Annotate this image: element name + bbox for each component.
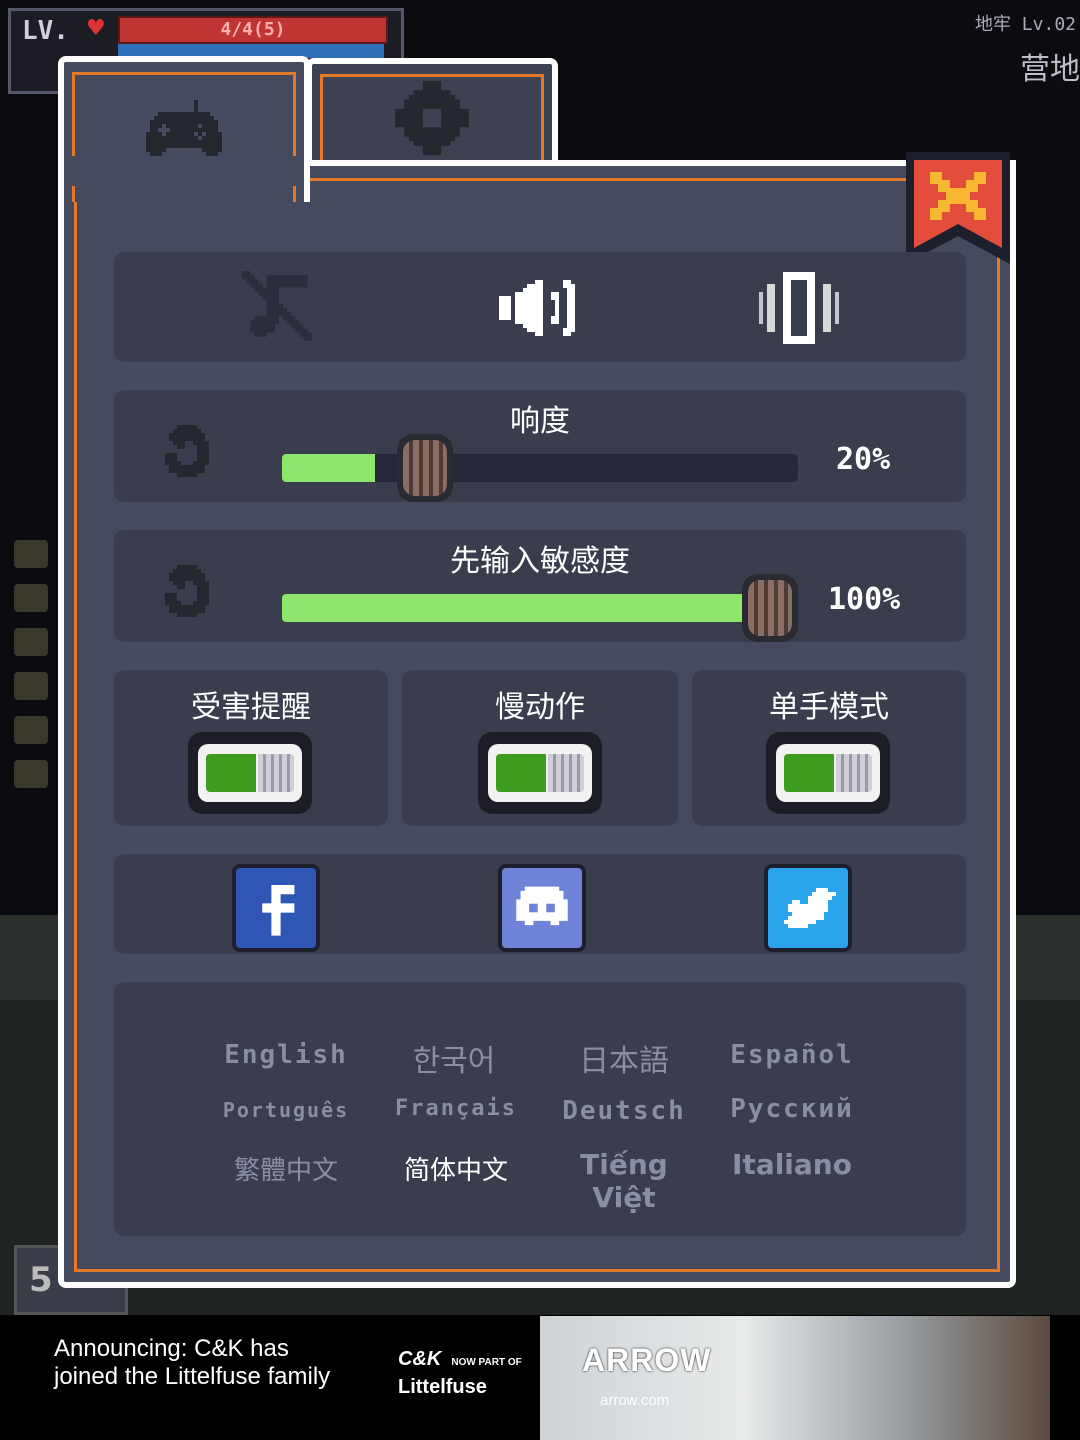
volume-track[interactable] xyxy=(282,434,798,502)
ad-brand-now: NOW PART OF xyxy=(451,1357,522,1368)
ad-brand-ck-text: C&K xyxy=(398,1348,442,1370)
buff-icon xyxy=(14,760,48,788)
ad-brand-arrow: ARROW xyxy=(582,1342,712,1378)
language-card: English 한국어 日本語 Español Português França… xyxy=(114,982,966,1236)
sensitivity-fill xyxy=(282,594,788,622)
language-option-portuguese[interactable]: Português xyxy=(206,1098,366,1122)
language-option-italian[interactable]: Italiano xyxy=(712,1148,872,1181)
language-option-french[interactable]: Français xyxy=(376,1096,536,1121)
sensitivity-track[interactable] xyxy=(282,574,798,642)
toggle-grip xyxy=(836,754,872,792)
ad-url: arrow.com xyxy=(600,1392,670,1409)
damage-alert-toggle[interactable] xyxy=(188,732,312,814)
sensitivity-knob[interactable] xyxy=(742,574,798,642)
toggle-body xyxy=(776,744,880,802)
audio-card xyxy=(114,252,966,362)
close-button[interactable] xyxy=(906,152,1010,264)
side-icon-column xyxy=(14,540,54,804)
toggle-label: 慢动作 xyxy=(495,690,585,725)
knob-grip xyxy=(403,440,447,496)
language-option-vietnamese[interactable]: Tiếng Việt xyxy=(544,1148,704,1214)
language-option-english[interactable]: English xyxy=(206,1040,366,1070)
language-option-traditional-chinese[interactable]: 繁體中文 xyxy=(206,1150,366,1187)
discord-button[interactable] xyxy=(498,864,586,952)
tab-settings[interactable] xyxy=(306,58,558,172)
close-icon xyxy=(906,152,1010,264)
level-label: LV. xyxy=(22,16,69,46)
discord-icon xyxy=(516,886,568,926)
language-option-korean[interactable]: 한국어 xyxy=(374,1036,534,1080)
social-card xyxy=(114,854,966,954)
volume-knob[interactable] xyxy=(397,434,453,502)
toggle-grip xyxy=(548,754,584,792)
reset-icon[interactable] xyxy=(150,418,220,488)
gear-icon xyxy=(312,64,552,172)
location-name: 营地 xyxy=(1020,52,1080,87)
knob-grip xyxy=(748,580,792,636)
sensitivity-card: 先输入敏感度 100% xyxy=(114,530,966,642)
buff-icon xyxy=(14,716,48,744)
facebook-icon xyxy=(262,885,295,936)
language-option-simplified-chinese[interactable]: 简体中文 xyxy=(376,1150,536,1187)
toggle-body xyxy=(198,744,302,802)
toggle-card-damage-alert: 受害提醒 xyxy=(114,670,388,826)
tab-join xyxy=(64,156,298,186)
vibration-icon[interactable] xyxy=(754,266,844,350)
twitter-icon xyxy=(784,888,836,928)
heart-icon: ♥ xyxy=(86,16,106,41)
toggle-body xyxy=(488,744,592,802)
volume-label: 响度 xyxy=(510,404,570,439)
music-muted-icon[interactable] xyxy=(234,266,324,350)
toggle-on-fill xyxy=(496,754,546,792)
volume-card: 响度 20% xyxy=(114,390,966,502)
language-option-spanish[interactable]: Español xyxy=(712,1040,872,1070)
volume-fill xyxy=(282,454,375,482)
hp-bar: 4/4(5) xyxy=(118,16,388,44)
toggle-grip xyxy=(258,754,294,792)
speaker-icon[interactable] xyxy=(494,266,584,350)
ad-headline[interactable]: Announcing: C&K has joined the Littelfus… xyxy=(54,1335,354,1391)
toggle-card-one-hand: 单手模式 xyxy=(692,670,966,826)
twitter-button[interactable] xyxy=(764,864,852,952)
ad-brand-littelfuse: Littelfuse xyxy=(398,1376,487,1398)
language-option-japanese[interactable]: 日本語 xyxy=(544,1036,704,1080)
toggle-label: 单手模式 xyxy=(769,690,889,725)
slow-motion-toggle[interactable] xyxy=(478,732,602,814)
facebook-button[interactable] xyxy=(232,864,320,952)
toggle-card-slow-motion: 慢动作 xyxy=(402,670,678,826)
buff-icon xyxy=(14,540,48,568)
ad-brand-ck: C&K NOW PART OF xyxy=(398,1348,522,1371)
toggle-on-fill xyxy=(784,754,834,792)
language-option-russian[interactable]: Русский xyxy=(712,1094,872,1124)
location-title: 地牢 Lv.02 xyxy=(974,14,1076,35)
reset-icon[interactable] xyxy=(150,558,220,628)
sensitivity-value: 100% xyxy=(828,582,901,617)
toggle-on-fill xyxy=(206,754,256,792)
sensitivity-label: 先输入敏感度 xyxy=(450,544,630,579)
volume-value: 20% xyxy=(836,442,891,477)
one-hand-toggle[interactable] xyxy=(766,732,890,814)
toggle-label: 受害提醒 xyxy=(191,690,311,725)
buff-icon xyxy=(14,628,48,656)
buff-icon xyxy=(14,584,48,612)
language-option-german[interactable]: Deutsch xyxy=(544,1096,704,1126)
buff-icon xyxy=(14,672,48,700)
